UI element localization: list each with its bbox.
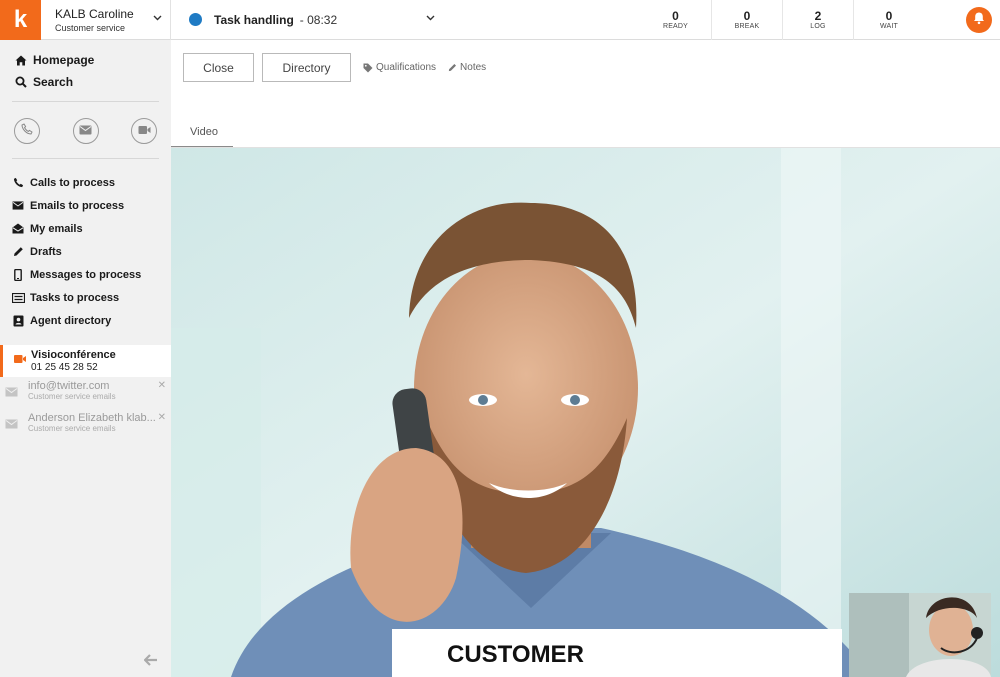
status-dot xyxy=(189,13,202,26)
counter-value: 0 xyxy=(885,9,893,23)
phone-icon xyxy=(11,177,25,188)
envelope-icon xyxy=(5,384,18,402)
app-root: k KALB Caroline Customer service Task ha… xyxy=(0,0,1000,677)
sidebar-item-label: Drafts xyxy=(30,245,62,258)
tab-video[interactable]: Video xyxy=(171,124,233,148)
tasks-icon xyxy=(11,292,25,303)
mobile-icon xyxy=(11,268,25,281)
sidebar-item-tasks[interactable]: Tasks to process xyxy=(0,286,171,309)
counter-label: WAIT xyxy=(879,23,899,30)
sidebar-item-drafts[interactable]: Drafts xyxy=(0,240,171,263)
directory-button[interactable]: Directory xyxy=(262,53,351,82)
counter-value: 2 xyxy=(814,9,822,23)
session-title: Visioconférence xyxy=(31,349,116,361)
contact-book-icon xyxy=(11,315,25,327)
notifications-button[interactable] xyxy=(966,7,992,33)
close-icon[interactable]: ✕ xyxy=(158,412,166,423)
close-icon[interactable]: ✕ xyxy=(158,380,166,391)
pencil-icon xyxy=(448,63,457,72)
chevron-down-icon xyxy=(426,12,435,24)
qualifications-label: Qualifications xyxy=(376,62,437,73)
counter-break[interactable]: 0 BREAK xyxy=(711,0,782,40)
collapse-sidebar-arrow-icon[interactable] xyxy=(143,653,158,669)
sidebar-item-search[interactable]: Search xyxy=(0,71,171,93)
sidebar: Homepage Search Calls to process Emails … xyxy=(0,40,171,677)
sidebar-item-label: Messages to process xyxy=(30,268,142,281)
user-team: Customer service xyxy=(55,22,126,33)
qualifications-link[interactable]: Qualifications xyxy=(363,62,436,73)
sidebar-top-nav: Homepage Search xyxy=(0,40,171,93)
sidebar-item-my-emails[interactable]: My emails xyxy=(0,217,171,240)
sidebar-item-homepage[interactable]: Homepage xyxy=(0,49,171,71)
counter-label: BREAK xyxy=(734,23,760,30)
sidebar-item-messages[interactable]: Messages to process xyxy=(0,263,171,286)
sidebar-item-emails[interactable]: Emails to process xyxy=(0,194,171,217)
session-phone: 01 25 45 28 52 xyxy=(31,362,98,373)
session-email-item[interactable]: Anderson Elizabeth klab... Customer serv… xyxy=(0,409,171,441)
sidebar-queues: Calls to process Emails to process My em… xyxy=(0,159,171,332)
task-status-menu[interactable]: Task handling - 08:32 xyxy=(171,0,441,40)
agent-self-view xyxy=(849,593,991,677)
task-timer: - 08:32 xyxy=(299,12,338,27)
sidebar-item-label: Tasks to process xyxy=(30,291,120,304)
sidebar-item-label: Agent directory xyxy=(30,314,112,327)
email-button[interactable] xyxy=(72,118,99,144)
task-title: Task handling xyxy=(214,12,294,27)
home-icon xyxy=(14,55,28,66)
counter-label: LOG xyxy=(810,23,826,30)
sidebar-item-calls[interactable]: Calls to process xyxy=(0,171,171,194)
top-bar: k KALB Caroline Customer service Task ha… xyxy=(0,0,1000,40)
channel-buttons xyxy=(0,102,171,158)
email-icon xyxy=(79,122,92,140)
sidebar-item-label: Calls to process xyxy=(30,176,115,189)
session-email-queue: Customer service emails xyxy=(28,392,116,401)
chevron-down-icon xyxy=(153,12,162,24)
video-camera-icon xyxy=(13,351,27,369)
close-button[interactable]: Close xyxy=(183,53,254,82)
notes-label: Notes xyxy=(460,62,487,73)
customer-video-frame: CUSTOMER xyxy=(171,148,1000,677)
sidebar-item-label: Emails to process xyxy=(30,199,125,212)
sidebar-item-label: Search xyxy=(33,75,74,89)
sidebar-item-label: Homepage xyxy=(33,53,95,67)
video-stream: CUSTOMER xyxy=(171,148,1000,677)
sidebar-item-agent-directory[interactable]: Agent directory xyxy=(0,309,171,332)
open-envelope-icon xyxy=(11,223,25,234)
session-email-address: info@twitter.com xyxy=(28,380,110,392)
bell-icon xyxy=(972,11,986,30)
session-email-address: Anderson Elizabeth klab... xyxy=(28,412,156,424)
agent-counters: 0 READY 0 BREAK 2 LOG 0 WAIT xyxy=(640,0,924,40)
video-icon xyxy=(138,122,151,140)
counter-value: 0 xyxy=(743,9,751,23)
phone-icon xyxy=(21,122,33,140)
app-logo[interactable]: k xyxy=(0,0,41,40)
session-email-queue: Customer service emails xyxy=(28,424,116,433)
video-caption: CUSTOMER xyxy=(447,641,584,668)
main-panel: Close Directory Qualifications Notes Vid… xyxy=(171,40,1000,677)
sidebar-item-label: My emails xyxy=(30,222,83,235)
counter-ready[interactable]: 0 READY xyxy=(640,0,711,40)
envelope-icon xyxy=(11,201,25,210)
user-menu[interactable]: KALB Caroline Customer service xyxy=(41,0,171,40)
envelope-icon xyxy=(5,416,18,434)
counter-wait[interactable]: 0 WAIT xyxy=(853,0,924,40)
notes-link[interactable]: Notes xyxy=(448,62,486,73)
tag-icon xyxy=(363,63,373,73)
action-toolbar: Close Directory Qualifications Notes xyxy=(183,53,486,82)
counter-log[interactable]: 2 LOG xyxy=(782,0,853,40)
active-session-visio[interactable]: Visioconférence 01 25 45 28 52 xyxy=(0,345,171,377)
counter-label: READY xyxy=(662,23,689,30)
session-email-item[interactable]: info@twitter.com Customer service emails… xyxy=(0,377,171,409)
counter-value: 0 xyxy=(672,9,679,23)
video-button[interactable] xyxy=(131,118,157,144)
search-icon xyxy=(14,76,28,88)
phone-button[interactable] xyxy=(14,118,40,144)
pencil-icon xyxy=(11,246,25,257)
